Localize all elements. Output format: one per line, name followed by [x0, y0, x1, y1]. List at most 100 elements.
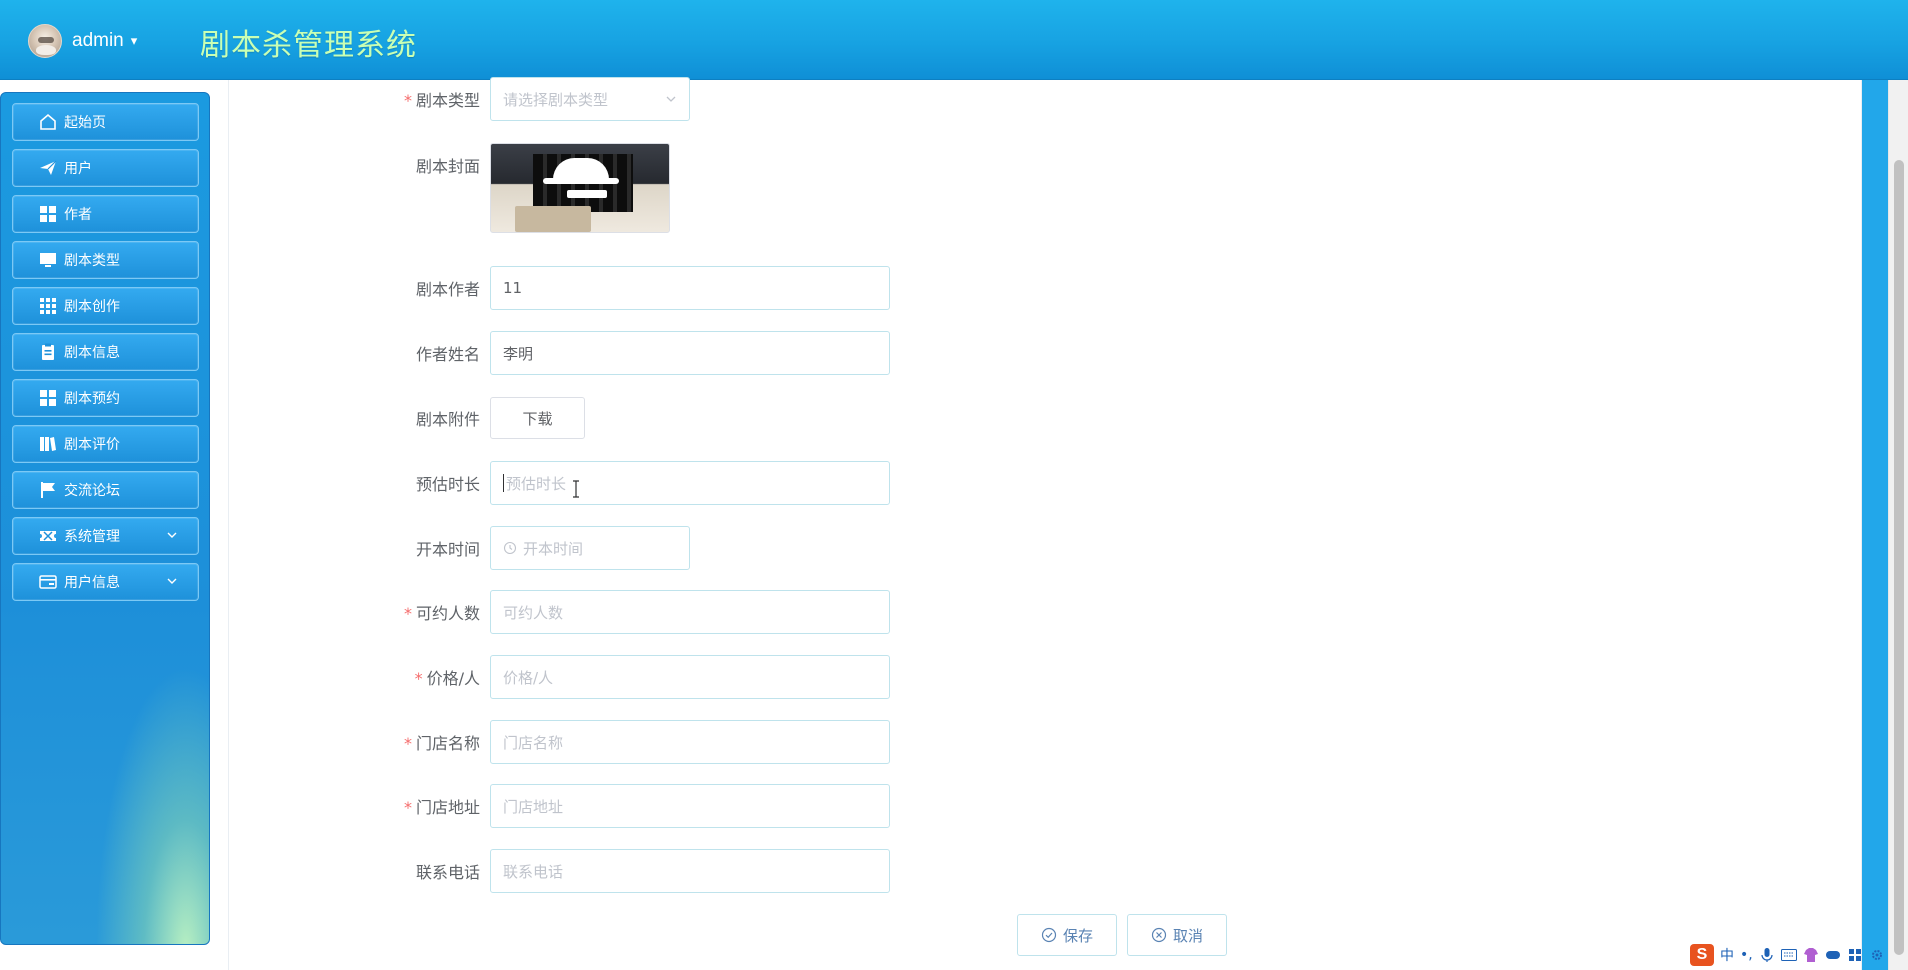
sidebar-item-system-management[interactable]: 系统管理 — [12, 517, 199, 555]
input-value: 李明 — [503, 344, 534, 363]
select-placeholder: 请选择剧本类型 — [503, 90, 609, 109]
close-circle-icon — [1151, 927, 1167, 943]
chevron-down-icon — [167, 532, 177, 538]
form-row-attachment: 剧本附件 下载 — [400, 396, 585, 440]
save-label: 保存 — [1062, 926, 1093, 945]
start-time-picker[interactable]: 开本时间 — [490, 526, 690, 570]
store-name-input[interactable]: 门店名称 — [490, 720, 890, 764]
chevron-down-icon — [167, 578, 177, 584]
required-mark: * — [403, 91, 412, 110]
required-mark: * — [403, 798, 412, 817]
ime-punctuation[interactable]: •, — [1740, 947, 1753, 963]
microphone-icon[interactable] — [1759, 947, 1775, 963]
save-button[interactable]: 保存 — [1017, 914, 1117, 956]
user-menu[interactable]: admin ▾ — [28, 24, 137, 58]
sidebar-item-user-info[interactable]: 用户信息 — [12, 563, 199, 601]
field-label: 门店名称 — [415, 734, 480, 753]
ticket-icon — [38, 526, 58, 546]
sidebar-item-label: 剧本信息 — [64, 345, 120, 361]
form-row-duration: 预估时长 预估时长 — [400, 461, 890, 505]
required-mark: * — [403, 604, 412, 623]
settings-icon[interactable] — [1869, 947, 1885, 963]
price-input[interactable]: 价格/人 — [490, 655, 890, 699]
keyboard-icon[interactable] — [1780, 947, 1797, 963]
script-cover-image[interactable] — [490, 143, 670, 233]
input-placeholder: 价格/人 — [503, 668, 554, 687]
caret-down-icon: ▾ — [130, 33, 138, 49]
form-row-start-time: 开本时间 开本时间 — [400, 526, 690, 570]
field-label: 剧本附件 — [415, 410, 480, 429]
sidebar-item-label: 剧本创作 — [64, 299, 120, 315]
form-row-cover: 剧本封面 — [400, 143, 670, 233]
field-label: 作者姓名 — [415, 345, 480, 364]
phone-input[interactable]: 联系电话 — [490, 849, 890, 893]
clipboard-icon — [38, 342, 58, 362]
book-icon — [38, 434, 58, 454]
scrollbar-thumb[interactable] — [1894, 160, 1904, 955]
sidebar-item-script-booking[interactable]: 剧本预约 — [12, 379, 199, 417]
author-input[interactable]: 11 — [490, 266, 890, 310]
field-label: 开本时间 — [415, 540, 480, 559]
duration-input[interactable]: 预估时长 — [490, 461, 890, 505]
script-type-select[interactable]: 请选择剧本类型 — [490, 77, 690, 121]
sogou-logo-icon[interactable]: S — [1690, 944, 1714, 966]
author-name-input[interactable]: 李明 — [490, 331, 890, 375]
field-label: 门店地址 — [415, 798, 480, 817]
sidebar-item-authors[interactable]: 作者 — [12, 195, 199, 233]
sidebar-item-label: 作者 — [64, 207, 92, 223]
user-name: admin — [72, 30, 124, 51]
sidebar-item-script-types[interactable]: 剧本类型 — [12, 241, 199, 279]
apps-icon[interactable] — [1847, 947, 1863, 963]
form-row-capacity: * 可约人数 可约人数 — [400, 590, 890, 634]
grid-icon — [38, 388, 58, 408]
required-mark: * — [414, 669, 423, 688]
scrollbar[interactable] — [1888, 80, 1908, 970]
sidebar-item-forum[interactable]: 交流论坛 — [12, 471, 199, 509]
apps-grid-icon — [38, 296, 58, 316]
ime-language[interactable]: 中 — [1720, 945, 1734, 965]
home-icon — [38, 112, 58, 132]
field-label: 预估时长 — [415, 475, 480, 494]
monitor-icon — [38, 250, 58, 270]
card-icon — [38, 572, 58, 592]
sidebar-item-script-info[interactable]: 剧本信息 — [12, 333, 199, 371]
main-content — [228, 80, 1862, 970]
sidebar-item-label: 剧本类型 — [64, 253, 120, 269]
grid-icon — [38, 204, 58, 224]
sidebar-item-script-review[interactable]: 剧本评价 — [12, 425, 199, 463]
field-label: 剧本封面 — [415, 157, 480, 176]
cancel-button[interactable]: 取消 — [1127, 914, 1227, 956]
capacity-input[interactable]: 可约人数 — [490, 590, 890, 634]
cancel-label: 取消 — [1172, 926, 1203, 945]
store-address-input[interactable]: 门店地址 — [490, 784, 890, 828]
input-value: 11 — [503, 279, 523, 297]
flag-icon — [38, 480, 58, 500]
required-mark: * — [403, 734, 412, 753]
field-label: 价格/人 — [426, 669, 480, 688]
gamepad-icon[interactable] — [1825, 947, 1841, 963]
form-row-script-type: * 剧本类型 请选择剧本类型 — [400, 77, 690, 121]
sidebar-item-users[interactable]: 用户 — [12, 149, 199, 187]
top-header: admin ▾ 剧本杀管理系统 — [0, 0, 1908, 80]
form-row-store-address: * 门店地址 门店地址 — [400, 784, 890, 828]
avatar — [28, 24, 62, 58]
sidebar-item-home[interactable]: 起始页 — [12, 103, 199, 141]
download-button[interactable]: 下载 — [490, 397, 585, 439]
skin-icon[interactable] — [1803, 947, 1819, 963]
sidebar-item-label: 起始页 — [64, 115, 106, 131]
content-edge — [1862, 80, 1888, 970]
input-placeholder: 门店名称 — [503, 733, 564, 752]
app-title: 剧本杀管理系统 — [200, 28, 417, 63]
field-label: 可约人数 — [415, 604, 480, 623]
chevron-down-icon — [666, 96, 676, 102]
sidebar-menu: 起始页 用户 作者 剧本类型 剧本创作 剧本信息 剧本预约 剧本评价 交流论坛 … — [12, 103, 199, 609]
text-cursor-icon — [573, 480, 579, 498]
ime-toolbar: S 中 •, — [1686, 942, 1889, 968]
sidebar-item-script-creation[interactable]: 剧本创作 — [12, 287, 199, 325]
sidebar-item-label: 交流论坛 — [64, 483, 120, 499]
field-label: 联系电话 — [415, 863, 480, 882]
sidebar: 起始页 用户 作者 剧本类型 剧本创作 剧本信息 剧本预约 剧本评价 交流论坛 … — [0, 92, 210, 945]
check-circle-icon — [1041, 927, 1057, 943]
clock-icon — [503, 541, 517, 555]
paper-plane-icon — [38, 158, 58, 178]
